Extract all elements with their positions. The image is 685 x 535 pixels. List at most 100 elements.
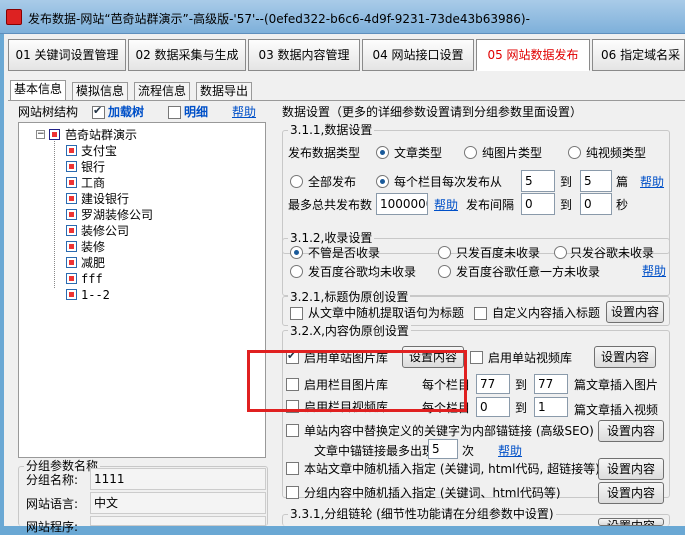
index-both-label[interactable]: 发百度谷歌均未收录 [308,264,416,280]
node-icon [66,145,77,156]
index-either-radio[interactable] [438,265,451,278]
index-google-label[interactable]: 只发谷歌未收录 [570,245,654,261]
to-label: 到 [515,401,528,415]
video-lib-checkbox[interactable] [470,351,483,364]
replace-keyword-checkbox[interactable] [286,424,299,437]
insert-site-label[interactable]: 本站文章中随机插入指定 (关键词, html代码, 超链接等) [304,461,600,477]
tab-site-interface[interactable]: 04 网站接口设置 [362,39,474,71]
type-image-radio[interactable] [464,146,477,159]
interval-from-input[interactable]: 0 [521,193,555,215]
insert-site-settings-button[interactable]: 设置内容 [598,458,664,480]
root-node-icon [49,129,60,140]
max-total-help-link[interactable]: 帮助 [434,197,458,213]
video-to-input[interactable]: 1 [534,397,568,417]
section-331-title: 3.3.1,分组链轮 (细节性功能请在分组参数中设置) [288,507,556,521]
tab-data-publish[interactable]: 05 网站数据发布 [476,39,590,71]
tree-node-decor[interactable]: 装修 [81,240,105,254]
detail-checkbox[interactable] [168,106,181,119]
to-label: 到 [560,175,573,189]
index-any-radio[interactable] [290,246,303,259]
tree-node-gongshang[interactable]: 工商 [81,176,105,190]
tree-node-decor-company[interactable]: 装修公司 [81,224,129,238]
load-tree-label[interactable]: 加载树 [108,104,144,120]
image-from-input[interactable]: 77 [476,374,510,394]
title-extract-checkbox[interactable] [290,307,303,320]
index-either-label[interactable]: 发百度谷歌任意一方未收录 [456,264,600,280]
section-32x-title: 3.2.X,内容伪原创设置 [288,324,411,338]
type-article-label[interactable]: 文章类型 [394,145,442,161]
load-tree-checkbox[interactable] [92,104,105,119]
tree-help-link[interactable]: 帮助 [232,104,256,120]
tab-keyword-settings[interactable]: 01 关键词设置管理 [8,39,126,71]
tree-root-node[interactable]: 芭奇站群演示 [65,128,137,142]
interval-to-input[interactable]: 0 [580,193,612,215]
index-both-radio[interactable] [290,265,303,278]
anchor-max-input[interactable]: 5 [428,439,458,459]
node-icon [66,225,77,236]
tab-content-management[interactable]: 03 数据内容管理 [248,39,360,71]
tree-node-luohu[interactable]: 罗湖装修公司 [81,208,153,222]
per-column-to-input[interactable]: 5 [580,170,612,192]
tab-domain-collect[interactable]: 06 指定域名采 [592,39,685,71]
type-article-radio[interactable] [376,146,389,159]
s311-help-link[interactable]: 帮助 [640,174,664,190]
collapse-icon[interactable]: − [36,130,45,139]
subtab-basic-info[interactable]: 基本信息 [10,80,67,100]
index-any-label[interactable]: 不管是否收录 [308,245,380,261]
per-column-label[interactable]: 每个栏目每次发布从 [394,174,502,190]
detail-label[interactable]: 明细 [184,104,208,120]
section-311-title: 3.1.1,数据设置 [288,123,375,137]
video-from-input[interactable]: 0 [476,397,510,417]
type-image-label[interactable]: 纯图片类型 [482,145,542,161]
title-extract-label[interactable]: 从文章中随机提取语句为标题 [308,305,464,321]
index-baidu-label[interactable]: 只发百度未收录 [456,245,540,261]
per-column-radio[interactable] [376,175,389,188]
subtab-simulate-info[interactable]: 模拟信息 [72,82,129,100]
title-custom-label[interactable]: 自定义内容插入标题 [492,305,600,321]
tree-node-diet[interactable]: 减肥 [81,256,105,270]
subtab-flow-info[interactable]: 流程信息 [134,82,191,100]
group-params-title: 分组参数名称 [24,459,101,473]
top-tab-bar: 01 关键词设置管理 02 数据采集与生成 03 数据内容管理 04 网站接口设… [4,39,685,71]
interval-label: 发布间隔 [466,198,515,212]
replace-keyword-settings-button[interactable]: 设置内容 [598,420,664,442]
video-lib-label[interactable]: 启用单站视频库 [488,350,572,366]
publish-all-radio[interactable] [290,175,303,188]
tree-node-1-2[interactable]: 1--2 [81,288,110,302]
tree-node-ccb[interactable]: 建设银行 [81,192,129,206]
highlight-box [247,350,467,412]
index-google-radio[interactable] [554,246,567,259]
type-video-label[interactable]: 纯视频类型 [586,145,646,161]
max-total-input[interactable]: 1000000 [376,193,428,215]
insert-group-settings-button[interactable]: 设置内容 [598,482,664,504]
insert-group-checkbox[interactable] [286,486,299,499]
app-icon [6,9,22,25]
node-icon [66,209,77,220]
insert-site-checkbox[interactable] [286,462,299,475]
site-lang-field[interactable]: 中文 [90,492,266,514]
per-column-from-input[interactable]: 5 [521,170,555,192]
tree-node-bank[interactable]: 银行 [81,160,105,174]
tab-data-collection[interactable]: 02 数据采集与生成 [128,39,246,71]
subtab-data-export[interactable]: 数据导出 [196,82,253,100]
node-icon [66,161,77,172]
publish-all-label[interactable]: 全部发布 [308,174,356,190]
site-program-label: 网站程序: [26,520,79,534]
insert-group-label[interactable]: 分组内容中随机插入指定 (关键词、html代码等) [304,485,561,501]
anchor-help-link[interactable]: 帮助 [498,443,522,459]
chain-settings-button[interactable]: 设置内容 [598,518,664,526]
main-window: 01 关键词设置管理 02 数据采集与生成 03 数据内容管理 04 网站接口设… [4,34,685,534]
replace-keyword-label[interactable]: 单站内容中替换定义的关键字为内部锚链接 (高级SEO) [304,423,594,439]
image-to-input[interactable]: 77 [534,374,568,394]
video-lib-settings-button[interactable]: 设置内容 [594,346,656,368]
group-name-field[interactable]: 1111 [90,468,266,490]
tree-node-fff[interactable]: fff [81,272,103,286]
site-program-select[interactable] [90,516,266,526]
index-baidu-radio[interactable] [438,246,451,259]
site-tree[interactable]: − 芭奇站群演示 支付宝 银行 工商 建设银行 罗湖装修公司 装修公司 装修 减… [18,122,266,458]
type-video-radio[interactable] [568,146,581,159]
tree-node-zhifubao[interactable]: 支付宝 [81,144,117,158]
title-settings-button[interactable]: 设置内容 [606,301,664,323]
title-custom-checkbox[interactable] [474,307,487,320]
s312-help-link[interactable]: 帮助 [642,263,666,279]
